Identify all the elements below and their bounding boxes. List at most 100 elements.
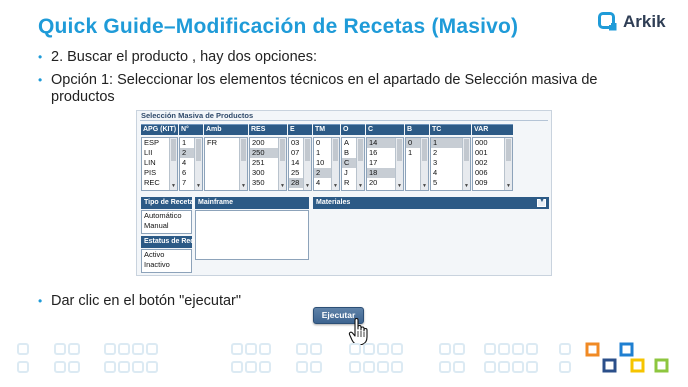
scrollbar[interactable]: ▼ <box>239 138 247 190</box>
scrollbar[interactable]: ▼ <box>420 138 428 190</box>
column-header: TC <box>430 124 471 135</box>
column-header: Amb <box>204 124 248 135</box>
scrollbar[interactable]: ▼ <box>331 138 339 190</box>
scrollbar[interactable]: ▼ <box>504 138 512 190</box>
decorative-square <box>118 343 130 355</box>
decorative-square <box>453 343 465 355</box>
accent-square <box>630 358 645 373</box>
scrollbar[interactable]: ▼ <box>395 138 403 190</box>
list-option[interactable]: Inactivo <box>142 260 191 270</box>
decorative-square <box>104 343 116 355</box>
mainframe-header: Mainframe <box>195 197 309 209</box>
bullet-dot-icon: • <box>38 73 43 87</box>
bullet-step-2: • 2. Buscar el producto , hay dos opcion… <box>38 49 317 66</box>
scrollbar-thumb[interactable] <box>358 139 363 161</box>
scrollbar[interactable]: ▼ <box>356 138 364 190</box>
column-header: N° <box>179 124 203 135</box>
decorative-square <box>391 361 403 373</box>
scroll-down-icon[interactable]: ▼ <box>506 183 511 189</box>
decorative-square <box>146 343 158 355</box>
bullet-text: Dar clic en el botón "ejecutar" <box>51 293 242 309</box>
multi-select-listbox[interactable]: 1 2 3 4 5 ▼ <box>430 137 471 191</box>
collapse-toggle-icon[interactable]: ▼ <box>537 198 546 207</box>
decorative-square <box>132 343 144 355</box>
decorative-square <box>296 361 308 373</box>
decorative-square <box>559 361 571 373</box>
multi-select-listbox[interactable]: ESP LII LIN PIS REC ▼ <box>141 137 178 191</box>
scrollbar-thumb[interactable] <box>241 139 246 161</box>
column-header: O <box>341 124 365 135</box>
decorative-square <box>559 343 571 355</box>
tipo-receta-listbox[interactable]: Automático Manual <box>141 210 192 234</box>
column-header: VAR <box>472 124 513 135</box>
mainframe-textarea[interactable] <box>195 210 309 260</box>
multi-select-listbox[interactable]: 0 1 10 2 4 ▼ <box>313 137 340 191</box>
decorative-square <box>259 361 271 373</box>
decorative-square <box>54 343 66 355</box>
multi-select-listbox[interactable]: FR ▼ <box>204 137 248 191</box>
multi-select-listbox[interactable]: 200 250 251 300 350 ▼ <box>249 137 287 191</box>
bullet-execute: • Dar clic en el botón "ejecutar" <box>38 293 241 310</box>
column-header: B <box>405 124 429 135</box>
scroll-down-icon[interactable]: ▼ <box>422 183 427 189</box>
multi-select-listbox[interactable]: 1 2 4 6 7 ▼ <box>179 137 203 191</box>
filter-column: O A B C J R ▼ <box>341 124 365 191</box>
bullet-dot-icon: • <box>38 294 43 308</box>
decorative-footer-pattern <box>17 342 669 373</box>
scroll-down-icon[interactable]: ▼ <box>333 183 338 189</box>
decorative-square <box>231 343 243 355</box>
page-title: Quick Guide–Modificación de Recetas (Mas… <box>38 15 519 38</box>
multi-select-listbox[interactable]: A B C J R ▼ <box>341 137 365 191</box>
scrollbar-thumb[interactable] <box>196 139 201 161</box>
scroll-down-icon[interactable]: ▼ <box>280 183 285 189</box>
filter-column: TC 1 2 3 4 5 ▼ <box>430 124 471 191</box>
tipo-receta-header: Tipo de Receta <box>141 197 194 209</box>
estatus-receta-listbox[interactable]: Activo Inactivo <box>141 249 192 273</box>
panel-divider <box>140 120 548 121</box>
scrollbar-thumb[interactable] <box>171 139 176 161</box>
bullet-text: 2. Buscar el producto , hay dos opciones… <box>51 49 317 65</box>
column-header: RES <box>249 124 287 135</box>
list-option[interactable]: Activo <box>142 250 191 260</box>
decorative-square <box>349 343 361 355</box>
scrollbar-thumb[interactable] <box>397 139 402 161</box>
scroll-down-icon[interactable]: ▼ <box>241 183 246 189</box>
scrollbar-thumb[interactable] <box>305 139 310 161</box>
list-option[interactable]: Manual <box>142 221 191 231</box>
list-option[interactable]: Automático <box>142 211 191 221</box>
scrollbar-thumb[interactable] <box>464 139 469 161</box>
scrollbar[interactable]: ▼ <box>462 138 470 190</box>
scrollbar-thumb[interactable] <box>506 139 511 161</box>
scroll-down-icon[interactable]: ▼ <box>397 183 402 189</box>
multi-select-listbox[interactable]: 000 001 002 006 009 ▼ <box>472 137 513 191</box>
decorative-square <box>363 343 375 355</box>
scroll-down-icon[interactable]: ▼ <box>196 183 201 189</box>
decorative-square <box>439 361 451 373</box>
scrollbar[interactable]: ▼ <box>194 138 202 190</box>
bullet-option-1: • Opción 1: Seleccionar los elementos té… <box>38 72 638 106</box>
decorative-square <box>484 361 496 373</box>
filter-column: E 03 07 14 25 28 ▼ <box>288 124 312 191</box>
scroll-down-icon[interactable]: ▼ <box>305 183 310 189</box>
mass-selection-panel: Selección Masiva de Productos APG (KIT) E… <box>136 110 552 276</box>
scrollbar[interactable]: ▼ <box>278 138 286 190</box>
accent-square <box>654 358 669 373</box>
materiales-header[interactable]: Materiales ▼ <box>313 197 549 209</box>
column-header: TM <box>313 124 340 135</box>
estatus-receta-header: Estatus de Recet <box>141 236 200 248</box>
scrollbar-thumb[interactable] <box>422 139 427 161</box>
multi-select-listbox[interactable]: 03 07 14 25 28 ▼ <box>288 137 312 191</box>
scroll-down-icon[interactable]: ▼ <box>171 183 176 189</box>
scroll-down-icon[interactable]: ▼ <box>464 183 469 189</box>
scrollbar-thumb[interactable] <box>333 139 338 161</box>
decorative-square <box>349 361 361 373</box>
scroll-down-icon[interactable]: ▼ <box>358 183 363 189</box>
decorative-square <box>296 343 308 355</box>
scrollbar-thumb[interactable] <box>280 139 285 161</box>
multi-select-listbox[interactable]: 0 1 ▼ <box>405 137 429 191</box>
filter-column: RES 200 250 251 300 350 ▼ <box>249 124 287 191</box>
decorative-square <box>498 343 510 355</box>
scrollbar[interactable]: ▼ <box>169 138 177 190</box>
scrollbar[interactable]: ▼ <box>303 138 311 190</box>
multi-select-listbox[interactable]: 14 16 17 18 20 ▼ <box>366 137 404 191</box>
